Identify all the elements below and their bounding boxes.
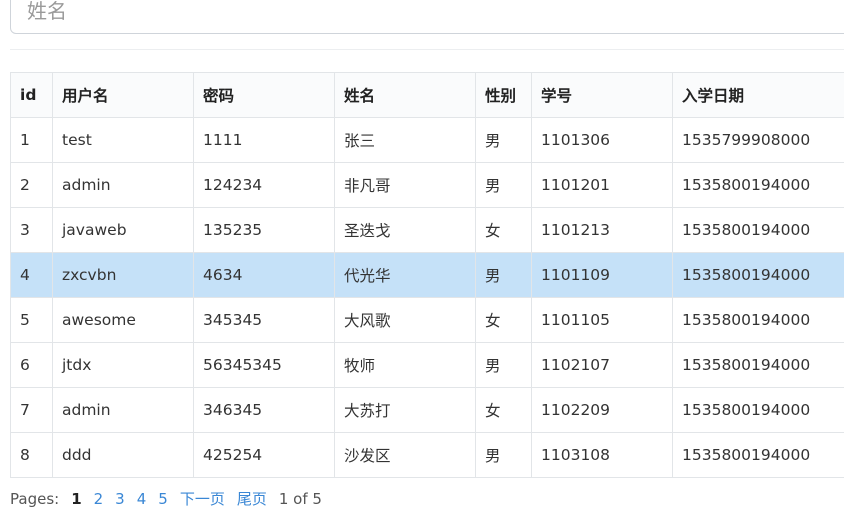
cell-enroll-date: 1535799908000	[673, 118, 844, 163]
cell-id: 2	[11, 163, 53, 208]
cell-id: 8	[11, 433, 53, 478]
cell-password: 345345	[194, 298, 335, 343]
table-row[interactable]: 1test1111张三男11013061535799908000	[11, 118, 844, 163]
cell-password: 56345345	[194, 343, 335, 388]
header-row: id 用户名 密码 姓名 性别 学号 入学日期	[11, 73, 844, 118]
table-row[interactable]: 8ddd425254沙发区男11031081535800194000	[11, 433, 844, 478]
column-header-username[interactable]: 用户名	[53, 73, 194, 118]
divider	[10, 49, 844, 50]
pagination: Pages: 1 2 3 4 5 下一页 尾页 1 of 5	[10, 488, 322, 509]
cell-student-id: 1101306	[532, 118, 673, 163]
pager-page-5[interactable]: 5	[158, 490, 168, 508]
search-name-input[interactable]	[10, 0, 844, 34]
pager-last-link[interactable]: 尾页	[237, 488, 267, 509]
table-header: id 用户名 密码 姓名 性别 学号 入学日期	[11, 73, 844, 118]
cell-gender: 男	[476, 163, 532, 208]
table-row[interactable]: 5awesome345345大风歌女11011051535800194000	[11, 298, 844, 343]
cell-id: 3	[11, 208, 53, 253]
cell-student-id: 1101105	[532, 298, 673, 343]
cell-name: 大风歌	[335, 298, 476, 343]
table-row[interactable]: 3javaweb135235圣迭戈女11012131535800194000	[11, 208, 844, 253]
table-row[interactable]: 6jtdx56345345牧师男11021071535800194000	[11, 343, 844, 388]
cell-name: 牧师	[335, 343, 476, 388]
cell-name: 非凡哥	[335, 163, 476, 208]
cell-username: awesome	[53, 298, 194, 343]
pager-next-link[interactable]: 下一页	[180, 488, 225, 509]
cell-username: admin	[53, 163, 194, 208]
cell-password: 135235	[194, 208, 335, 253]
cell-gender: 男	[476, 253, 532, 298]
cell-enroll-date: 1535800194000	[673, 163, 844, 208]
cell-password: 425254	[194, 433, 335, 478]
cell-username: javaweb	[53, 208, 194, 253]
cell-name: 大苏打	[335, 388, 476, 433]
cell-name: 张三	[335, 118, 476, 163]
cell-gender: 女	[476, 298, 532, 343]
cell-student-id: 1102107	[532, 343, 673, 388]
table-row[interactable]: 4zxcvbn4634代光华男11011091535800194000	[11, 253, 844, 298]
cell-enroll-date: 1535800194000	[673, 253, 844, 298]
cell-password: 346345	[194, 388, 335, 433]
cell-gender: 女	[476, 388, 532, 433]
table-row[interactable]: 7admin346345大苏打女11022091535800194000	[11, 388, 844, 433]
cell-name: 代光华	[335, 253, 476, 298]
column-header-student-id[interactable]: 学号	[532, 73, 673, 118]
column-header-password[interactable]: 密码	[194, 73, 335, 118]
cell-student-id: 1102209	[532, 388, 673, 433]
pager-page-4[interactable]: 4	[137, 490, 147, 508]
user-table: id 用户名 密码 姓名 性别 学号 入学日期 1test1111张三男1101…	[10, 72, 844, 478]
cell-enroll-date: 1535800194000	[673, 298, 844, 343]
cell-student-id: 1103108	[532, 433, 673, 478]
cell-gender: 女	[476, 208, 532, 253]
cell-gender: 男	[476, 343, 532, 388]
cell-name: 圣迭戈	[335, 208, 476, 253]
pager-status: 1 of 5	[279, 490, 322, 508]
cell-id: 5	[11, 298, 53, 343]
cell-id: 1	[11, 118, 53, 163]
cell-password: 124234	[194, 163, 335, 208]
cell-username: test	[53, 118, 194, 163]
cell-username: ddd	[53, 433, 194, 478]
cell-username: jtdx	[53, 343, 194, 388]
cell-id: 4	[11, 253, 53, 298]
pager-page-3[interactable]: 3	[115, 490, 125, 508]
cell-password: 1111	[194, 118, 335, 163]
cell-username: zxcvbn	[53, 253, 194, 298]
cell-enroll-date: 1535800194000	[673, 433, 844, 478]
cell-enroll-date: 1535800194000	[673, 208, 844, 253]
column-header-enroll-date[interactable]: 入学日期	[673, 73, 844, 118]
pager-page-2[interactable]: 2	[94, 490, 104, 508]
cell-enroll-date: 1535800194000	[673, 343, 844, 388]
cell-enroll-date: 1535800194000	[673, 388, 844, 433]
table-body: 1test1111张三男110130615357999080002admin12…	[11, 118, 844, 478]
cell-name: 沙发区	[335, 433, 476, 478]
cell-password: 4634	[194, 253, 335, 298]
pager-label: Pages:	[10, 490, 59, 508]
cell-username: admin	[53, 388, 194, 433]
column-header-name[interactable]: 姓名	[335, 73, 476, 118]
pager-current-page: 1	[71, 490, 81, 508]
cell-id: 7	[11, 388, 53, 433]
column-header-id[interactable]: id	[11, 73, 53, 118]
cell-gender: 男	[476, 118, 532, 163]
cell-id: 6	[11, 343, 53, 388]
cell-student-id: 1101201	[532, 163, 673, 208]
column-header-gender[interactable]: 性别	[476, 73, 532, 118]
cell-student-id: 1101109	[532, 253, 673, 298]
cell-gender: 男	[476, 433, 532, 478]
table-row[interactable]: 2admin124234非凡哥男11012011535800194000	[11, 163, 844, 208]
cell-student-id: 1101213	[532, 208, 673, 253]
